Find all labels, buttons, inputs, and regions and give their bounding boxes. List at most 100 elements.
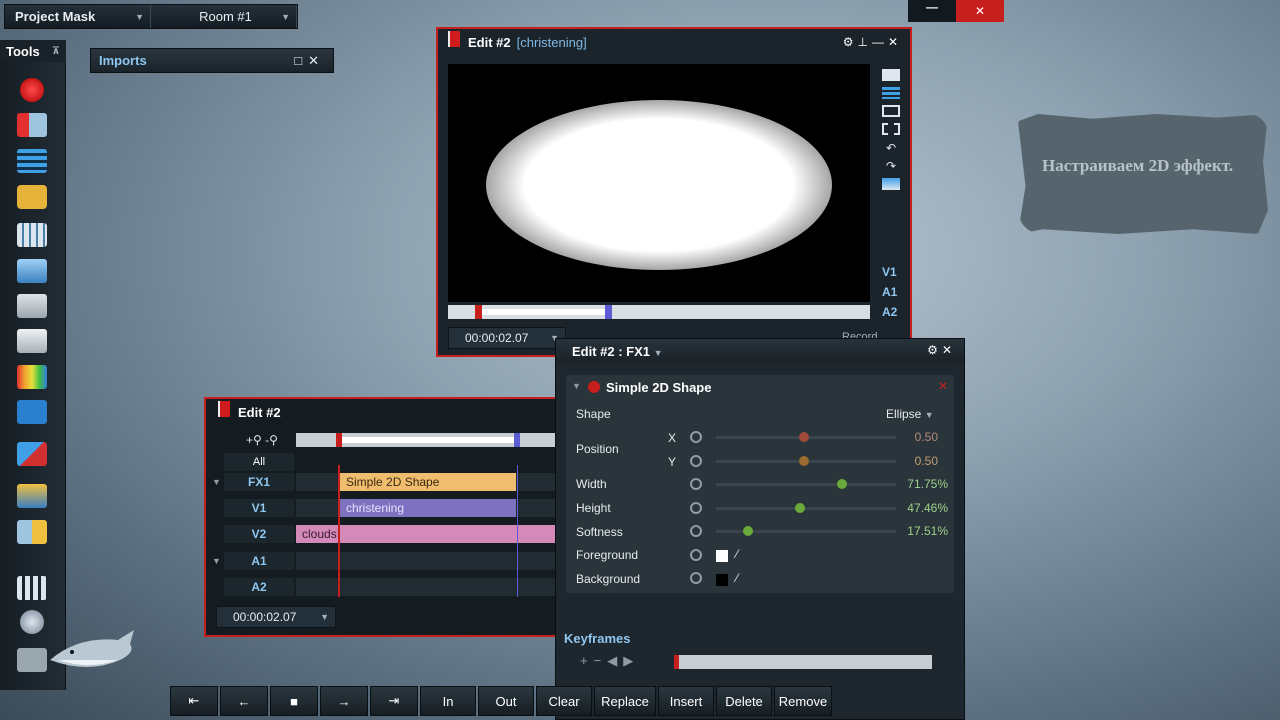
channel-a2[interactable]: A2 xyxy=(882,305,897,319)
in-marker[interactable] xyxy=(336,433,342,447)
next-keyframe-icon[interactable]: ▶ xyxy=(623,653,639,668)
eyedropper-icon[interactable]: ⁄ xyxy=(736,571,738,585)
add-keyframe-icon[interactable]: + xyxy=(580,653,594,668)
preview-scrubber[interactable] xyxy=(448,305,870,319)
softness-value[interactable]: 17.51% xyxy=(898,524,948,538)
close-button[interactable]: ✕ xyxy=(956,0,1004,22)
width-slider[interactable] xyxy=(716,483,896,486)
cut-tool[interactable] xyxy=(14,440,50,468)
stop-button[interactable]: ■ xyxy=(270,686,318,716)
clear-button[interactable]: Clear xyxy=(536,686,592,716)
track-label-v1[interactable]: V1 xyxy=(224,499,294,517)
close-icon[interactable]: ✕ xyxy=(888,35,902,49)
undo-icon[interactable]: ↶ xyxy=(882,142,900,154)
reset-icon[interactable] xyxy=(690,502,702,514)
delete-button[interactable]: Delete xyxy=(716,686,772,716)
settings-tool[interactable] xyxy=(14,608,50,636)
printer-tool[interactable] xyxy=(14,292,50,320)
collapse-icon[interactable]: ▼ xyxy=(212,556,221,566)
zoom-controls[interactable]: +⚲ -⚲ xyxy=(246,433,278,447)
maximize-icon[interactable]: □ xyxy=(294,53,308,68)
upload-icon[interactable] xyxy=(882,178,900,190)
track-label-v2[interactable]: V2 xyxy=(224,525,294,543)
out-button[interactable]: Out xyxy=(478,686,534,716)
go-to-start-button[interactable]: ⇤ xyxy=(170,686,218,716)
import-tool[interactable] xyxy=(14,111,50,139)
grid-tool[interactable] xyxy=(14,221,50,249)
track-label-a2[interactable]: A2 xyxy=(224,578,294,596)
reset-icon[interactable] xyxy=(690,525,702,537)
collapse-icon[interactable]: ▼ xyxy=(212,477,221,487)
clip-v1[interactable]: christening xyxy=(340,499,516,517)
video-preview[interactable] xyxy=(448,64,870,302)
color-tool[interactable] xyxy=(14,363,50,391)
download-tool[interactable] xyxy=(14,482,50,510)
reset-icon[interactable] xyxy=(690,455,702,467)
prev-keyframe-icon[interactable]: ◀ xyxy=(607,653,623,668)
room-selector[interactable]: Room #1 ▼ xyxy=(151,5,297,28)
in-button[interactable]: In xyxy=(420,686,476,716)
reset-icon[interactable] xyxy=(690,431,702,443)
remove-button[interactable]: Remove xyxy=(774,686,832,716)
background-swatch[interactable] xyxy=(716,574,728,586)
height-slider[interactable] xyxy=(716,507,896,510)
minimize-button[interactable]: — xyxy=(908,0,956,22)
step-forward-button[interactable]: → xyxy=(320,686,368,716)
height-value[interactable]: 47.46% xyxy=(898,501,948,515)
keyframe-playhead[interactable] xyxy=(674,655,679,669)
channel-v1[interactable]: V1 xyxy=(882,265,897,279)
remove-effect-icon[interactable]: ✕ xyxy=(938,379,948,393)
chevron-down-icon[interactable]: ▼ xyxy=(654,348,663,358)
softness-knob[interactable] xyxy=(743,526,753,536)
track-label-fx1[interactable]: FX1 xyxy=(224,473,294,491)
minimize-icon[interactable]: — xyxy=(872,35,888,49)
folder-icon[interactable] xyxy=(882,69,900,81)
stack-tool[interactable] xyxy=(14,257,50,285)
zoom-in-icon[interactable]: +⚲ xyxy=(246,433,262,447)
shape-dropdown[interactable]: Ellipse ▼ xyxy=(886,407,934,421)
eyedropper-icon[interactable]: ⁄ xyxy=(736,547,738,561)
remove-keyframe-icon[interactable]: − xyxy=(594,653,608,668)
playhead-marker[interactable] xyxy=(605,305,612,319)
crop-icon[interactable] xyxy=(882,123,900,135)
position-y-value[interactable]: 0.50 xyxy=(888,454,938,468)
track-label-a1[interactable]: A1 xyxy=(224,552,294,570)
collapse-icon[interactable]: ▼ xyxy=(572,381,581,391)
redo-icon[interactable]: ↷ xyxy=(882,160,900,172)
reset-icon[interactable] xyxy=(690,478,702,490)
effect-enable-icon[interactable] xyxy=(588,381,600,393)
position-y-knob[interactable] xyxy=(799,456,809,466)
step-back-button[interactable]: ← xyxy=(220,686,268,716)
height-knob[interactable] xyxy=(795,503,805,513)
close-icon[interactable]: ✕ xyxy=(942,343,956,357)
apps-tool[interactable] xyxy=(14,574,50,602)
all-tracks-button[interactable]: All xyxy=(224,453,294,471)
frame-icon[interactable] xyxy=(882,105,900,117)
record-tool[interactable] xyxy=(14,76,50,104)
foreground-swatch[interactable] xyxy=(716,550,728,562)
position-x-value[interactable]: 0.50 xyxy=(888,430,938,444)
zoom-out-icon[interactable]: -⚲ xyxy=(265,433,278,447)
timeline-ruler[interactable] xyxy=(296,433,556,447)
exit-tool[interactable] xyxy=(14,646,50,674)
pin-icon[interactable]: ⊼ xyxy=(52,46,60,57)
preview-timecode[interactable]: 00:00:02.07▼ xyxy=(448,327,566,349)
project-selector[interactable]: Project Mask ▼ xyxy=(5,5,151,28)
channel-a1[interactable]: A1 xyxy=(882,285,897,299)
reset-icon[interactable] xyxy=(690,572,702,584)
list-icon[interactable] xyxy=(882,87,900,99)
export-tool[interactable] xyxy=(14,518,50,546)
close-icon[interactable]: ✕ xyxy=(308,53,325,68)
settings-icon[interactable]: ⚙ xyxy=(927,343,942,357)
playhead-marker[interactable] xyxy=(514,433,520,447)
width-knob[interactable] xyxy=(837,479,847,489)
go-to-end-button[interactable]: ⇥ xyxy=(370,686,418,716)
position-x-knob[interactable] xyxy=(799,432,809,442)
search-tool[interactable] xyxy=(14,183,50,211)
drive-tool[interactable] xyxy=(14,327,50,355)
settings-icon[interactable]: ⚙ xyxy=(843,35,858,49)
clip-fx[interactable]: Simple 2D Shape xyxy=(340,473,516,491)
insert-button[interactable]: Insert xyxy=(658,686,714,716)
list-tool[interactable] xyxy=(14,147,50,175)
reset-icon[interactable] xyxy=(690,549,702,561)
